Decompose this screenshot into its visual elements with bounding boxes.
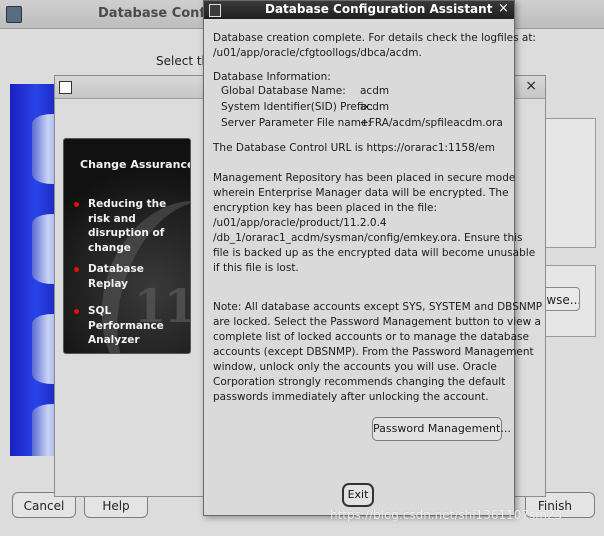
info-value: +FRA/acdm/spfileacdm.ora	[360, 117, 503, 129]
feature-item: Database Replay	[74, 262, 186, 291]
database-disk-icon	[32, 314, 54, 384]
exit-button[interactable]: Exit	[342, 483, 374, 507]
password-management-button[interactable]: Password Management...	[372, 417, 511, 441]
info-value: acdm	[360, 101, 390, 113]
window-icon	[59, 81, 72, 94]
database-disk-icon	[32, 214, 54, 284]
password-note: Note: All database accounts except SYS, …	[213, 301, 543, 403]
database-disk-icon	[32, 404, 54, 456]
bullet-icon	[74, 202, 79, 207]
window-icon	[209, 4, 221, 17]
control-url-text: The Database Control URL is https://orar…	[213, 142, 495, 154]
change-assurance-title: Change Assurance	[80, 158, 191, 171]
watermark-text: https://blog.csdn.net/shi1361107sm23	[330, 508, 563, 522]
close-icon[interactable]: ×	[525, 78, 537, 94]
bullet-icon	[74, 309, 79, 314]
info-label: Global Database Name:	[221, 85, 346, 97]
dialog-title: Database Configuration Assistant	[265, 2, 493, 16]
info-label: Server Parameter File name:	[221, 117, 371, 129]
close-icon[interactable]: ×	[498, 1, 509, 16]
feature-item: SQL Performance Analyzer	[74, 304, 186, 348]
dbca-completion-dialog: Database Configuration Assistant × Datab…	[203, 0, 542, 516]
dialog-titlebar: Database Configuration Assistant ×	[204, 1, 514, 19]
change-assurance-panel: 11g Change Assurance Reducing the risk a…	[63, 138, 191, 354]
feature-item: Reducing the risk and disruption of chan…	[74, 197, 186, 255]
options-panel	[544, 118, 596, 248]
info-label: System Identifier(SID) Prefix:	[221, 101, 374, 113]
creation-complete-text: Database creation complete. For details …	[213, 32, 536, 59]
bullet-icon	[74, 267, 79, 272]
database-illustration	[10, 84, 54, 456]
info-header: Database Information:	[213, 71, 331, 83]
database-disk-icon	[32, 114, 54, 184]
database-info-list: Global Database Name: acdm System Identi…	[204, 85, 514, 135]
app-icon	[6, 6, 22, 23]
repository-message: Management Repository has been placed in…	[213, 172, 536, 274]
info-value: acdm	[360, 85, 390, 97]
